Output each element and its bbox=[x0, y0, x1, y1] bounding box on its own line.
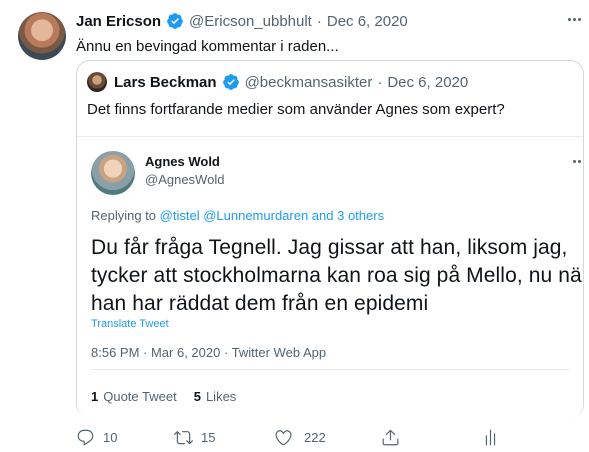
tweet-header: Jan Ericson @Ericson_ubbhult · Dec 6, 20… bbox=[76, 11, 408, 31]
screenshot-text-line: tycker att stockholmarna kan roa sig på … bbox=[91, 264, 583, 287]
quoted-tweet[interactable]: Lars Beckman @beckmansasikter · Dec 6, 2… bbox=[76, 60, 584, 418]
reply-button[interactable]: 10 bbox=[76, 428, 117, 447]
quoted-author-name: Lars Beckman bbox=[114, 73, 217, 91]
screenshot-replying-line: Replying to @tistel @Lunnemurdaren and 3… bbox=[91, 208, 384, 223]
screenshot-stats: 1 Quote Tweet 5 Likes bbox=[91, 389, 236, 404]
embedded-tweet-screenshot: Agnes Wold @AgnesWold Replying to @tiste… bbox=[77, 136, 583, 418]
retweet-icon bbox=[174, 431, 193, 445]
replying-prefix: Replying to bbox=[91, 208, 157, 223]
reply-count: 10 bbox=[103, 430, 118, 445]
verified-badge-icon bbox=[167, 13, 183, 29]
screenshot-tweet-text: Du får fråga Tegnell. Jag gissar att han… bbox=[91, 234, 583, 318]
more-icon[interactable] bbox=[568, 18, 581, 21]
retweet-count: 15 bbox=[201, 430, 216, 445]
quote-tweet-count: 1 bbox=[91, 389, 99, 404]
likes-label: Likes bbox=[205, 389, 237, 404]
quoted-tweet-text: Det finns fortfarande medier som använde… bbox=[87, 101, 505, 118]
likes-count: 5 bbox=[193, 389, 201, 404]
quoted-author-handle: @beckmansasikter bbox=[244, 73, 373, 91]
translate-tweet-link: Translate Tweet bbox=[91, 318, 169, 330]
like-count: 222 bbox=[304, 430, 326, 445]
author-name[interactable]: Jan Ericson bbox=[76, 13, 161, 30]
like-icon bbox=[275, 430, 292, 446]
screenshot-avatar bbox=[91, 151, 135, 195]
verified-badge-icon bbox=[222, 74, 239, 90]
screenshot-more-icon bbox=[573, 160, 583, 163]
tweet-date[interactable]: Dec 6, 2020 bbox=[327, 13, 408, 30]
screenshot-author-name: Agnes Wold bbox=[145, 154, 220, 169]
retweet-button[interactable]: 15 bbox=[174, 428, 215, 447]
replying-to-handles: @tistel @Lunnemurdaren and 3 others bbox=[159, 208, 385, 223]
screenshot-timestamp: 8:56 PM · Mar 6, 2020 · Twitter Web App bbox=[91, 345, 327, 360]
reply-icon bbox=[77, 429, 94, 446]
author-avatar[interactable] bbox=[18, 12, 66, 60]
quote-tweet-label: Quote Tweet bbox=[103, 389, 177, 404]
quoted-header: Lars Beckman @beckmansasikter · Dec 6, 2… bbox=[87, 71, 468, 93]
like-button[interactable]: 222 bbox=[274, 428, 326, 447]
analytics-icon bbox=[485, 429, 496, 446]
separator-dot: · bbox=[316, 12, 322, 30]
analytics-button[interactable] bbox=[481, 428, 500, 447]
screenshot-text-line: han har räddat dem från en epidemi bbox=[91, 292, 429, 315]
screenshot-author-handle: @AgnesWold bbox=[145, 172, 225, 187]
share-button[interactable] bbox=[381, 428, 400, 447]
separator-dot: · bbox=[377, 73, 383, 91]
share-icon bbox=[382, 429, 399, 446]
quoted-tweet-date: Dec 6, 2020 bbox=[387, 73, 469, 91]
author-handle[interactable]: @Ericson_ubbhult bbox=[189, 13, 312, 30]
screenshot-text-line: Du får fråga Tegnell. Jag gissar att han… bbox=[91, 236, 568, 259]
screenshot-divider bbox=[91, 369, 569, 370]
tweet-text: Ännu en bevingad kommentar i raden... bbox=[76, 38, 339, 55]
quoted-author-avatar bbox=[87, 72, 107, 92]
